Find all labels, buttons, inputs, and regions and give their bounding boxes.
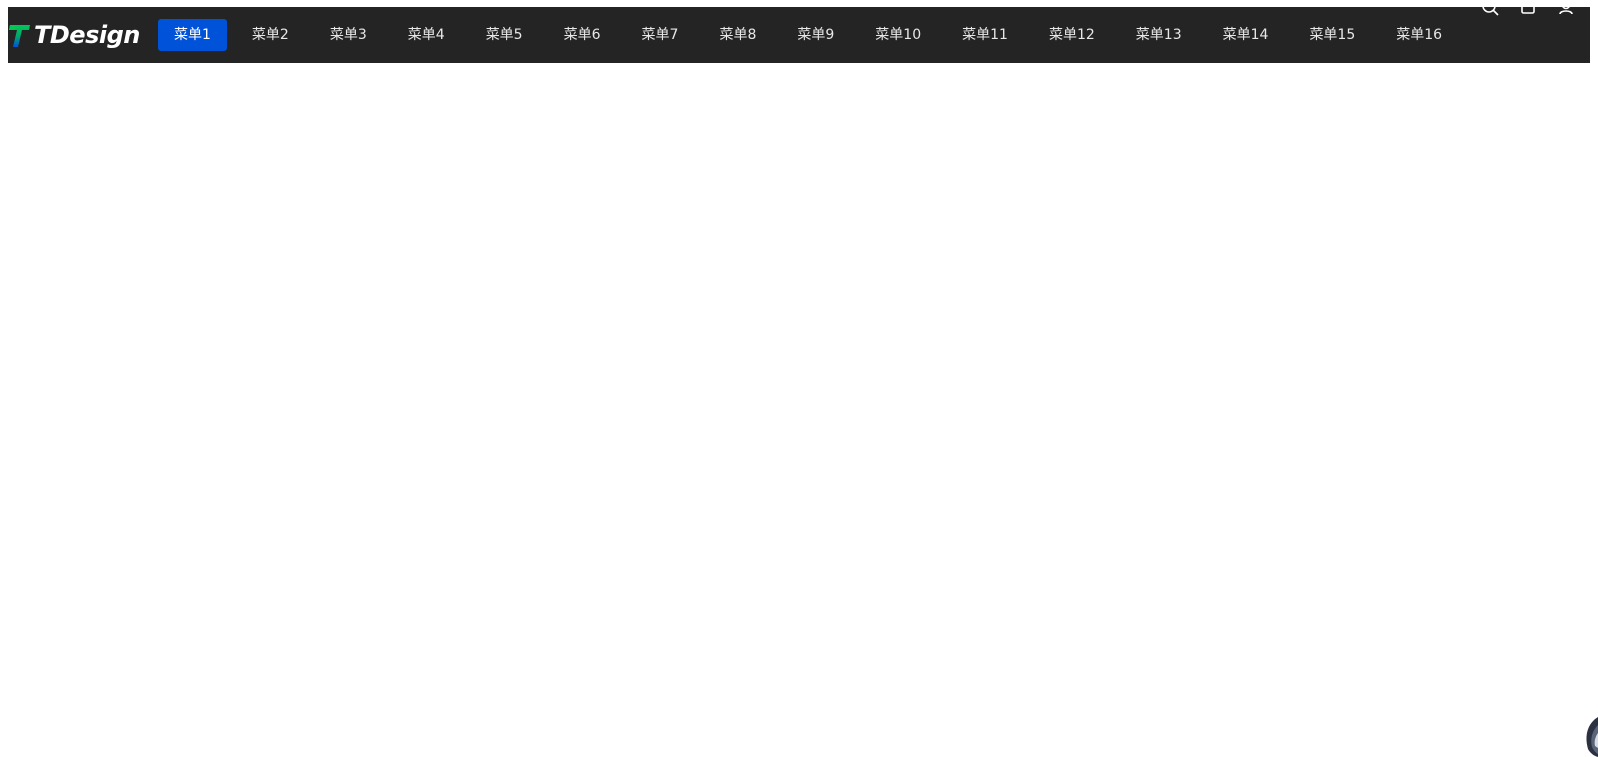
menu-item-14[interactable]: 菜单14 xyxy=(1207,19,1285,51)
menu-item-11[interactable]: 菜单11 xyxy=(946,19,1024,51)
floating-avatar-icon[interactable] xyxy=(1580,715,1598,757)
menu-item-16[interactable]: 菜单16 xyxy=(1380,19,1458,51)
menu-item-15[interactable]: 菜单15 xyxy=(1293,19,1371,51)
content-area xyxy=(8,63,1590,757)
menu-item-5[interactable]: 菜单5 xyxy=(470,19,539,51)
notification-icon[interactable] xyxy=(1518,7,1538,17)
menu-item-13[interactable]: 菜单13 xyxy=(1120,19,1198,51)
header-operations xyxy=(1480,7,1590,17)
head-menu-list: 菜单1 菜单2 菜单3 菜单4 菜单5 菜单6 菜单7 菜单8 菜单9 菜单10 菜单11 菜单12 菜… xyxy=(158,7,1467,63)
menu-item-9[interactable]: 菜单9 xyxy=(781,19,850,51)
window-frame-top xyxy=(0,0,1598,7)
menu-item-6[interactable]: 菜单6 xyxy=(548,19,617,51)
menu-item-4[interactable]: 菜单4 xyxy=(392,19,461,51)
head-menu: TDesign 菜单1 菜单2 菜单3 菜单4 菜单5 菜单6 菜单7 菜单8 菜单9 菜单10 菜… xyxy=(8,7,1590,63)
page: TDesign 菜单1 菜单2 菜单3 菜单4 菜单5 菜单6 菜单7 菜单8 菜单9 菜单10 菜… xyxy=(0,0,1598,757)
tdesign-logo-icon xyxy=(9,25,30,47)
menu-item-10[interactable]: 菜单10 xyxy=(859,19,937,51)
menu-item-1[interactable]: 菜单1 xyxy=(158,19,227,51)
logo-text: TDesign xyxy=(34,21,140,49)
user-icon[interactable] xyxy=(1556,7,1576,17)
menu-item-8[interactable]: 菜单8 xyxy=(703,19,772,51)
menu-item-7[interactable]: 菜单7 xyxy=(626,19,695,51)
menu-item-3[interactable]: 菜单3 xyxy=(314,19,383,51)
window-frame-left xyxy=(0,0,8,757)
logo[interactable]: TDesign xyxy=(8,7,158,63)
menu-item-12[interactable]: 菜单12 xyxy=(1033,19,1111,51)
search-icon[interactable] xyxy=(1480,7,1500,17)
menu-item-2[interactable]: 菜单2 xyxy=(236,19,305,51)
